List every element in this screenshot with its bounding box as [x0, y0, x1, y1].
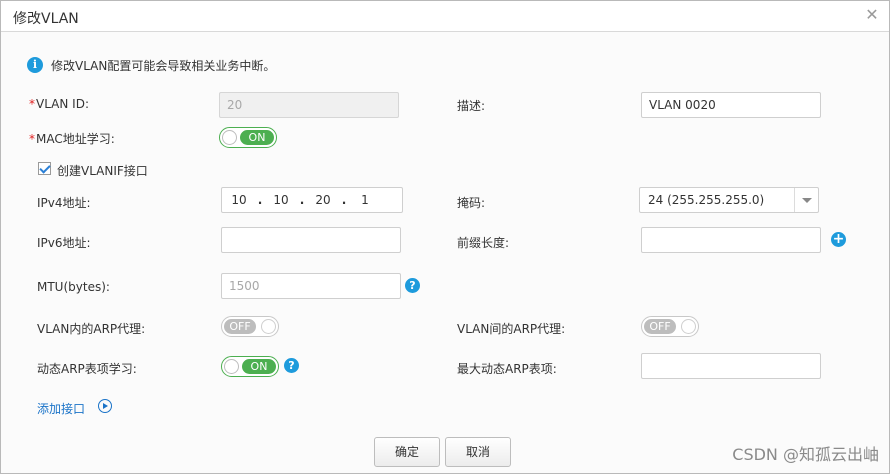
arp-proxy-inner-toggle[interactable]: OFF [221, 316, 279, 337]
required-mark: * [29, 132, 35, 146]
add-ipv6-icon[interactable]: + [831, 232, 846, 247]
ok-button[interactable]: 确定 [374, 437, 440, 467]
arp-proxy-inter-toggle[interactable]: OFF [641, 316, 699, 337]
warning-text: 修改VLAN配置可能会导致相关业务中断。 [51, 58, 276, 73]
dynamic-arp-learning-label: 动态ARP表项学习: [37, 362, 137, 376]
help-icon[interactable]: ? [284, 358, 299, 373]
ipv6-label: IPv6地址: [37, 236, 91, 250]
toggle-knob [224, 359, 239, 374]
mac-learning-label-text: MAC地址学习: [36, 132, 115, 146]
vlan-id-label-text: VLAN ID: [36, 97, 89, 111]
create-vlanif-label: 创建VLANIF接口 [57, 164, 148, 178]
prefix-length-field[interactable] [641, 227, 821, 253]
cancel-button[interactable]: 取消 [445, 437, 511, 467]
vlan-id-label: *VLAN ID: [29, 97, 89, 111]
dynamic-arp-learning-toggle[interactable]: ON [221, 356, 279, 377]
toggle-knob [261, 319, 276, 334]
warning-banner: i 修改VLAN配置可能会导致相关业务中断。 [27, 57, 275, 73]
mask-selected-value: 24 (255.255.255.0) [648, 193, 765, 207]
create-vlanif-checkbox[interactable] [38, 162, 51, 175]
add-interface-link[interactable]: 添加接口 [37, 400, 85, 417]
ipv4-field[interactable]: 10 . 10 . 20 . 1 [221, 187, 403, 213]
ipv4-octet-3[interactable]: 20 [306, 193, 340, 207]
ipv4-dot: . [341, 193, 347, 207]
toggle-state: OFF [644, 319, 676, 334]
mask-select[interactable]: 24 (255.255.255.0) [639, 187, 819, 213]
mac-learning-label: *MAC地址学习: [29, 130, 115, 147]
mac-learning-toggle[interactable]: ON [219, 127, 277, 148]
required-mark: * [29, 97, 35, 111]
ipv4-octet-4[interactable]: 1 [348, 193, 382, 207]
arp-proxy-inter-label: VLAN间的ARP代理: [457, 322, 566, 336]
vlan-id-field: 20 [219, 92, 399, 118]
mtu-label: MTU(bytes): [37, 280, 110, 294]
toggle-knob [681, 319, 696, 334]
arp-proxy-inner-label: VLAN内的ARP代理: [37, 322, 146, 336]
modify-vlan-dialog: 修改VLAN ✕ i 修改VLAN配置可能会导致相关业务中断。 *VLAN ID… [0, 0, 890, 474]
expand-arrow-icon[interactable] [98, 399, 112, 413]
max-dynamic-arp-label: 最大动态ARP表项: [457, 362, 557, 376]
ipv4-dot: . [257, 193, 263, 207]
ipv6-field[interactable] [221, 227, 401, 253]
ipv4-label: IPv4地址: [37, 196, 91, 210]
description-field[interactable]: VLAN 0020 [641, 92, 821, 118]
dialog-title: 修改VLAN [13, 11, 79, 27]
close-icon[interactable]: ✕ [863, 6, 881, 24]
title-bar: 修改VLAN ✕ [1, 1, 889, 32]
ipv4-octet-2[interactable]: 10 [264, 193, 298, 207]
toggle-knob [222, 130, 237, 145]
mtu-field[interactable]: 1500 [221, 273, 401, 299]
help-icon[interactable]: ? [405, 278, 420, 293]
mask-label: 掩码: [457, 196, 486, 210]
description-label: 描述: [457, 99, 486, 113]
chevron-down-icon[interactable] [794, 188, 818, 212]
info-icon: i [27, 57, 43, 73]
watermark: CSDN @知孤云出岫 [732, 445, 879, 464]
ipv4-octet-1[interactable]: 10 [222, 193, 256, 207]
ipv4-dot: . [299, 193, 305, 207]
prefix-length-label: 前缀长度: [457, 236, 510, 250]
toggle-state: OFF [224, 319, 256, 334]
toggle-state: ON [242, 359, 276, 374]
max-dynamic-arp-field[interactable] [641, 353, 821, 379]
toggle-state: ON [240, 130, 274, 145]
